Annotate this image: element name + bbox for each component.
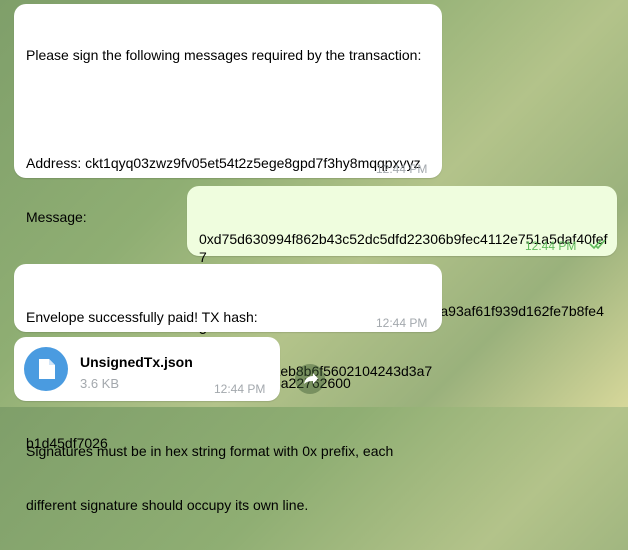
file-size: 3.6 KB [80,376,120,391]
message-bubble-incoming: Please sign the following messages requi… [14,4,442,513]
message-time: 12:44 PM [376,316,428,330]
file-message-bubble[interactable]: UnsignedTx.json 3.6 KB 12:44 PM [14,337,280,401]
file-name[interactable]: UnsignedTx.json [80,353,193,371]
message-bubble-incoming: Envelope successfully paid! TX hash: 0x3… [14,264,442,451]
share-button[interactable] [295,364,325,394]
document-icon[interactable] [24,347,68,391]
read-checkmarks-icon [589,239,606,250]
message-bubble-outgoing: 0xd75d630994f862b43c52dc5dfd22306b9fec41… [187,186,617,391]
message-time: 12:44 PM [214,382,266,396]
share-arrow-icon [304,373,318,384]
message-time: 12:44 PM [525,239,577,253]
message-time: 12:44 PM [376,162,428,176]
